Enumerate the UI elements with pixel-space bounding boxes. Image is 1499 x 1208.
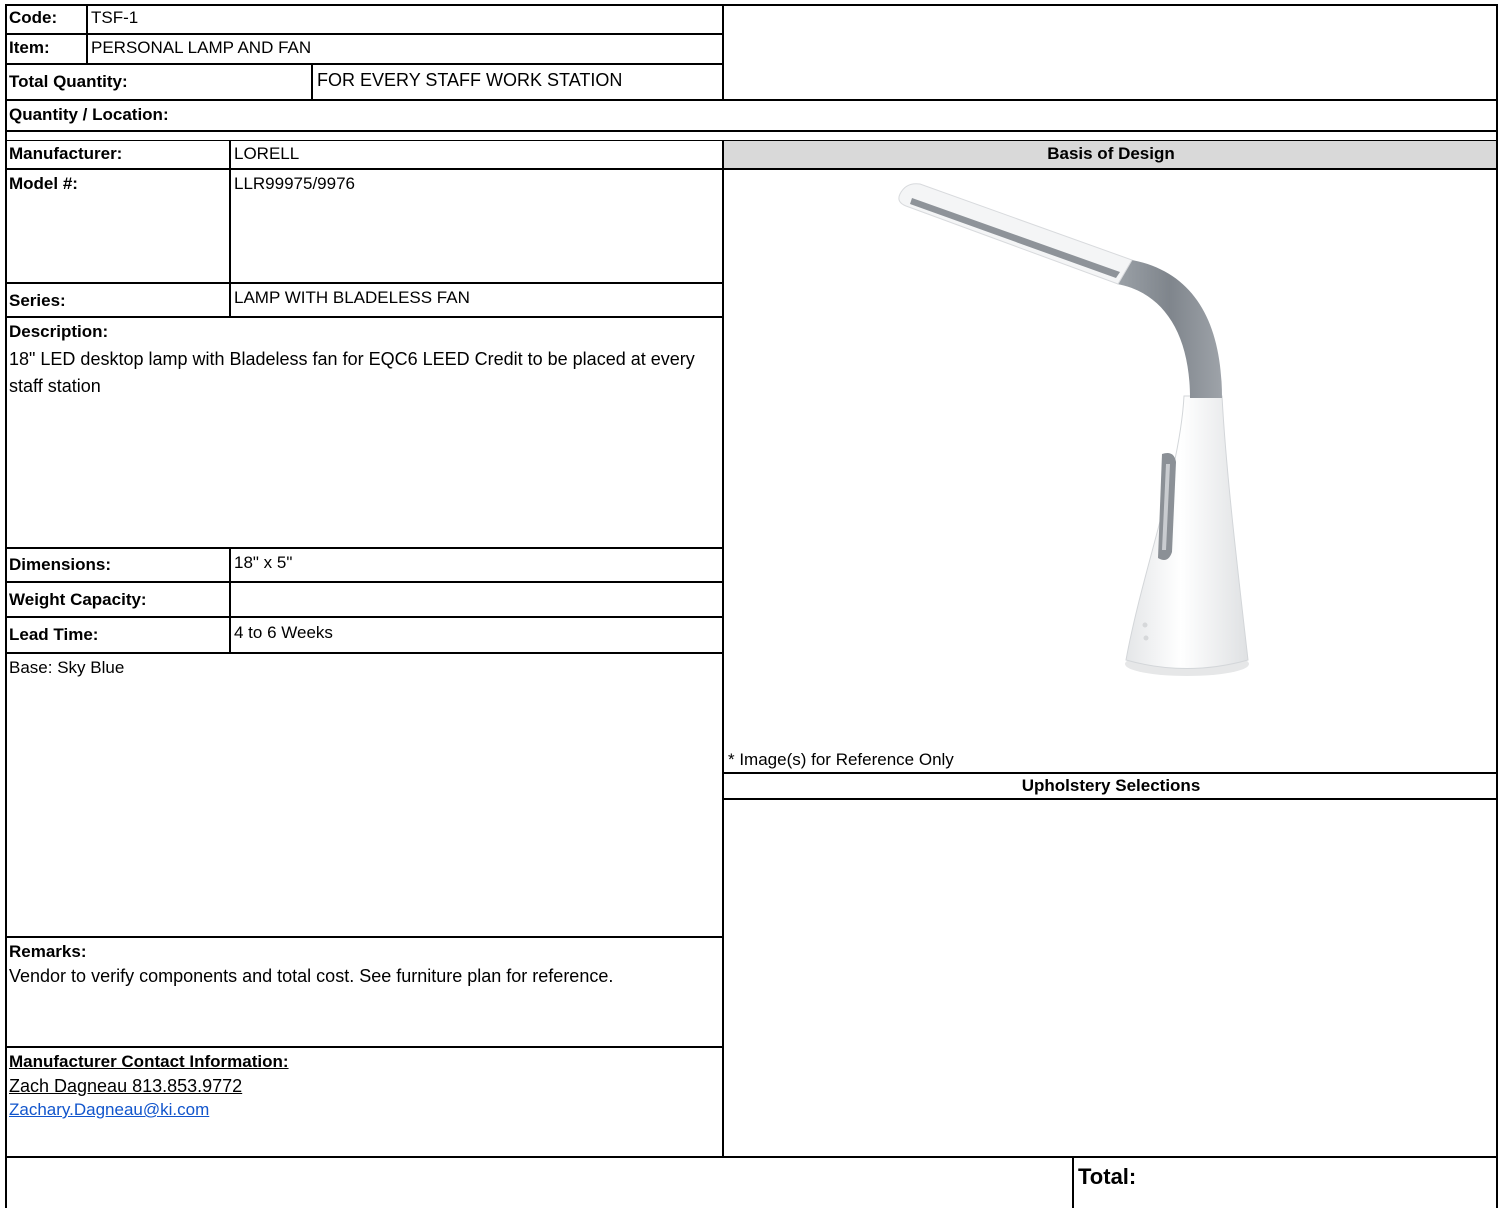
image-note: * Image(s) for Reference Only bbox=[728, 750, 954, 769]
manufacturer-label: Manufacturer: bbox=[9, 144, 123, 163]
code-label: Code: bbox=[9, 8, 58, 27]
series-value: LAMP WITH BLADELESS FAN bbox=[234, 288, 470, 307]
total-label: Total: bbox=[1078, 1164, 1137, 1189]
remarks-label: Remarks: bbox=[9, 942, 87, 961]
product-image bbox=[802, 172, 1368, 684]
total-quantity-value: FOR EVERY STAFF WORK STATION bbox=[317, 70, 623, 90]
item-label: Item: bbox=[9, 38, 50, 57]
basis-of-design-header: Basis of Design bbox=[1047, 144, 1175, 163]
description-label: Description: bbox=[9, 322, 109, 341]
item-value: PERSONAL LAMP AND FAN bbox=[91, 38, 312, 57]
spec-sheet: Code: TSF-1 Item: PERSONAL LAMP AND FAN … bbox=[5, 4, 1498, 1208]
upholstery-header: Upholstery Selections bbox=[1021, 776, 1201, 795]
code-value: TSF-1 bbox=[91, 8, 139, 27]
lead-time-label: Lead Time: bbox=[9, 625, 99, 644]
total-quantity-label: Total Quantity: bbox=[9, 72, 128, 91]
contact-label: Manufacturer Contact Information: bbox=[9, 1052, 289, 1071]
description-text: 18" LED desktop lamp with Bladeless fan … bbox=[9, 349, 695, 396]
dimensions-value: 18" x 5" bbox=[234, 553, 293, 572]
weight-capacity-label: Weight Capacity: bbox=[9, 590, 147, 609]
desk-lamp-icon bbox=[898, 183, 1249, 676]
finish-text: Base: Sky Blue bbox=[9, 658, 125, 677]
contact-email-link[interactable]: Zachary.Dagneau@ki.com bbox=[9, 1100, 209, 1120]
remarks-text: Vendor to verify components and total co… bbox=[9, 966, 614, 986]
manufacturer-value: LORELL bbox=[234, 144, 300, 163]
quantity-location-label: Quantity / Location: bbox=[9, 105, 169, 124]
dimensions-label: Dimensions: bbox=[9, 555, 112, 574]
lead-time-value: 4 to 6 Weeks bbox=[234, 623, 333, 642]
contact-name-phone[interactable]: Zach Dagneau 813.853.9772 bbox=[9, 1076, 242, 1096]
series-label: Series: bbox=[9, 291, 66, 310]
model-value: LLR99975/9976 bbox=[234, 174, 356, 193]
model-label: Model #: bbox=[9, 174, 78, 193]
